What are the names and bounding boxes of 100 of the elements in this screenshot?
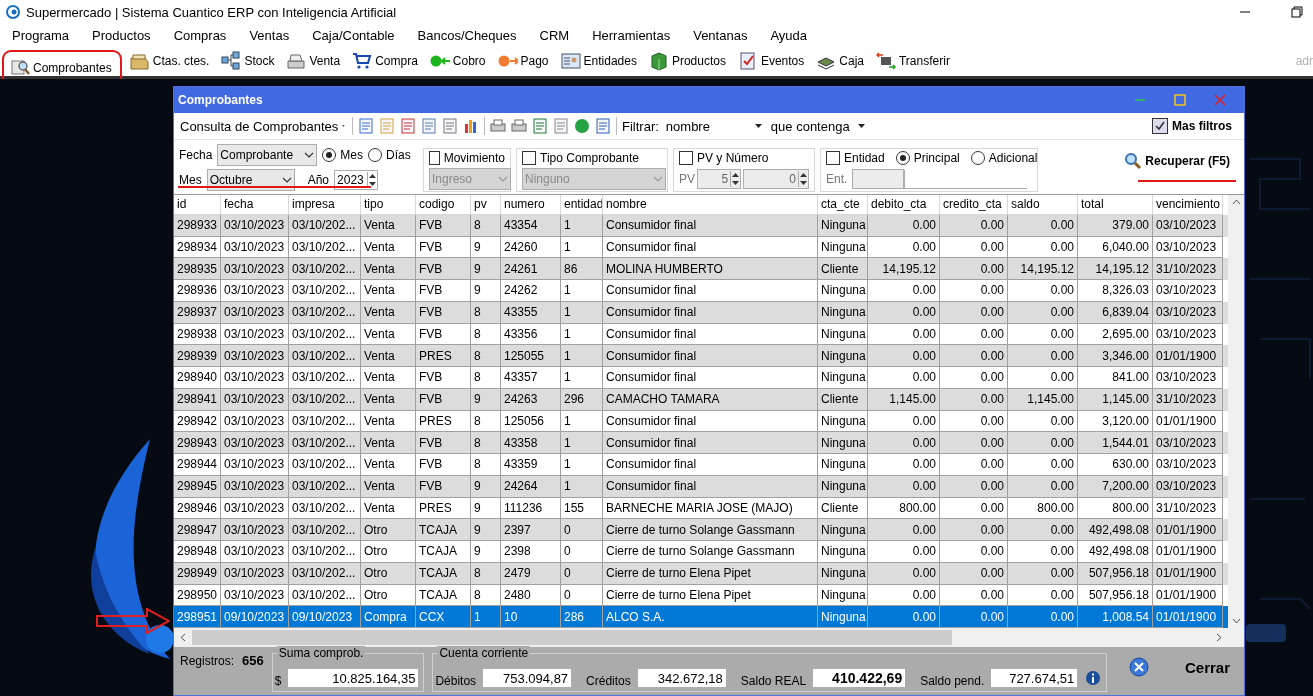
maximize-icon[interactable] bbox=[1174, 94, 1186, 106]
toolbar-button[interactable]: Stock bbox=[217, 48, 279, 74]
table-cell: Otro bbox=[361, 541, 416, 563]
table-cell: 03/10/2023 bbox=[221, 541, 289, 563]
menu-item[interactable]: Productos bbox=[92, 27, 162, 43]
dropdown-caret-icon[interactable] bbox=[857, 124, 865, 128]
table-row[interactable]: 298933 03/10/2023 03/10/202... Venta FVB 8 43354 1 Consumidor final Ninguna 0.00 0.00 0.00 379.00 03/10/2023 bbox=[174, 214, 1228, 237]
checkmark-icon bbox=[1154, 120, 1166, 132]
toolbar-button[interactable]: Eventos bbox=[733, 48, 809, 74]
menu-item[interactable]: Ventanas bbox=[693, 27, 759, 43]
table-cell: 31/10/2023 bbox=[1153, 388, 1223, 411]
filter-label: Filtrar: bbox=[622, 118, 659, 134]
column-header[interactable]: codigo bbox=[416, 195, 471, 215]
table-row[interactable]: 298947 03/10/2023 03/10/202... Otro TCAJA 9 2397 0 Cierre de turno Solange Gassmann Ninguna 0.00 0.00 0.00 492,498.08 01/01/1900 bbox=[174, 519, 1228, 541]
column-header[interactable]: vencimiento bbox=[1153, 195, 1223, 215]
pv-checkbox[interactable]: PV y Número bbox=[679, 151, 809, 165]
table-row[interactable]: 298951 09/10/2023 09/10/2023 Compra CCX 1 10 286 ALCO S.A. Ninguna 0.00 0.00 0.00 1,008.54 01/01/1900 bbox=[174, 606, 1228, 628]
dropdown-caret-icon[interactable] bbox=[754, 124, 762, 128]
radio-option[interactable]: Principal bbox=[895, 151, 960, 165]
table-row[interactable]: 298939 03/10/2023 03/10/202... Venta PRES 8 125055 1 Consumidor final Ninguna 0.00 0.00 0.00 3,346.00 01/01/1900 bbox=[174, 345, 1228, 367]
scroll-down-icon[interactable] bbox=[1231, 618, 1241, 624]
horizontal-scrollbar[interactable] bbox=[174, 628, 1244, 647]
column-header[interactable]: entidad bbox=[561, 195, 603, 215]
scroll-left-icon[interactable] bbox=[180, 633, 186, 642]
date-type-dropdown[interactable]: Comprobante bbox=[217, 143, 318, 166]
column-header[interactable]: nombre bbox=[603, 195, 818, 215]
column-header[interactable]: fecha bbox=[221, 195, 289, 215]
toolbar-button[interactable]: Venta bbox=[282, 48, 345, 74]
printer-icon[interactable] bbox=[490, 118, 506, 134]
menu-item[interactable]: Compras bbox=[173, 27, 238, 43]
toolbar-button[interactable]: Productos bbox=[644, 48, 730, 74]
menu-item[interactable]: CRM bbox=[539, 27, 581, 43]
printer-icon[interactable] bbox=[511, 118, 527, 134]
bar-chart-icon[interactable] bbox=[463, 118, 479, 134]
table-row[interactable]: 298935 03/10/2023 03/10/202... Venta FVB 9 24261 86 MOLINA HUMBERTO Cliente 14,195.12 0.00 14,195.12 14,195.12 31/10/2023 bbox=[174, 258, 1228, 280]
table-cell: 2398 bbox=[501, 541, 561, 563]
table-row[interactable]: 298945 03/10/2023 03/10/202... Venta FVB 9 24264 1 Consumidor final Ninguna 0.00 0.00 0.00 7,200.00 03/10/2023 bbox=[174, 475, 1228, 498]
column-header[interactable]: numero bbox=[501, 195, 561, 215]
entity-code-field[interactable] bbox=[852, 169, 905, 189]
spin-buttons[interactable] bbox=[798, 171, 808, 187]
radio-option[interactable]: Mes bbox=[322, 147, 364, 162]
spin-buttons[interactable] bbox=[730, 171, 741, 187]
menu-item[interactable]: Caja/Contable bbox=[312, 27, 406, 43]
toolbar-button[interactable]: Cobro bbox=[425, 48, 490, 74]
table-cell: 1 bbox=[561, 454, 603, 476]
more-filters-checkbox[interactable]: Mas filtros bbox=[1152, 118, 1232, 134]
menu-item[interactable]: Ventas bbox=[249, 27, 301, 43]
dropdown-caret-icon[interactable] bbox=[281, 176, 292, 183]
toolbar-button[interactable]: Comprobantes bbox=[6, 54, 116, 81]
column-header[interactable]: credito_cta bbox=[940, 195, 1008, 215]
table-cell: Venta bbox=[361, 454, 416, 476]
table-row[interactable]: 298943 03/10/2023 03/10/202... Venta FVB 8 43358 1 Consumidor final Ninguna 0.00 0.00 0.00 1,544.01 03/10/2023 bbox=[174, 432, 1228, 454]
radio-option[interactable]: Días bbox=[368, 147, 411, 162]
pv-to-field[interactable]: 0 bbox=[743, 169, 809, 189]
table-cell: Ninguna bbox=[818, 214, 868, 237]
column-header[interactable]: impresa bbox=[289, 195, 361, 215]
pv-from-field[interactable]: 5 bbox=[697, 169, 742, 189]
toolbar-button[interactable]: Entidades bbox=[556, 48, 641, 74]
radio-option[interactable]: Adicional bbox=[970, 151, 1038, 165]
vertical-scrollbar[interactable] bbox=[1228, 195, 1244, 628]
toolbar-button[interactable]: Transferir bbox=[872, 48, 954, 74]
column-header[interactable]: id bbox=[174, 195, 221, 215]
menu-item[interactable]: Programa bbox=[12, 27, 81, 43]
scroll-up-icon[interactable] bbox=[1231, 199, 1241, 205]
toolbar-button[interactable]: Caja bbox=[812, 48, 868, 74]
table-cell: 296 bbox=[561, 388, 603, 411]
filter-operator-dropdown[interactable]: que contenga bbox=[768, 116, 867, 136]
toolbar-button[interactable]: Pago bbox=[493, 48, 553, 74]
entidad-checkbox[interactable]: Entidad bbox=[826, 151, 885, 165]
table-row[interactable]: 298949 03/10/2023 03/10/202... Otro TCAJA 8 2479 0 Cierre de turno Elena Pipet Ninguna 0.00 0.00 0.00 507,956.18 01/01/1900 bbox=[174, 562, 1228, 585]
dropdown-caret-icon[interactable] bbox=[304, 151, 315, 158]
table-cell: 0.00 bbox=[868, 214, 940, 237]
menu-item[interactable]: Bancos/Cheques bbox=[417, 27, 528, 43]
movimiento-checkbox[interactable]: Movimiento bbox=[429, 150, 505, 165]
year-field[interactable]: 2023 bbox=[334, 169, 379, 190]
table-cell: 03/10/2023 bbox=[1153, 214, 1223, 237]
month-dropdown[interactable]: Octubre bbox=[206, 168, 295, 191]
query-dropdown[interactable]: Consulta de Comprobantes bbox=[178, 116, 347, 136]
recover-button[interactable]: Recuperar (F5) bbox=[1120, 150, 1234, 172]
column-header[interactable]: tipo bbox=[361, 195, 416, 215]
filter-field-dropdown[interactable]: nombre bbox=[663, 116, 764, 136]
menu-item[interactable]: Herramientas bbox=[592, 27, 682, 43]
table-row[interactable]: 298937 03/10/2023 03/10/202... Venta FVB 8 43355 1 Consumidor final Ninguna 0.00 0.00 0.00 6,839.04 03/10/2023 bbox=[174, 301, 1228, 324]
tipo-checkbox[interactable]: Tipo Comprobante bbox=[522, 150, 662, 165]
toolbar-button[interactable]: Compra bbox=[348, 48, 422, 74]
table-cell: 298941 bbox=[174, 388, 221, 411]
edit-document-icon[interactable] bbox=[358, 118, 374, 134]
column-header[interactable]: debito_cta bbox=[868, 195, 940, 215]
menu-item[interactable]: Ayuda bbox=[770, 27, 819, 43]
scroll-right-icon[interactable] bbox=[1216, 633, 1222, 642]
toolbar-button[interactable]: Ctas. ctes. bbox=[125, 48, 214, 74]
column-header[interactable]: cta_cte bbox=[818, 195, 868, 215]
close-button[interactable]: Cerrar bbox=[1120, 653, 1238, 681]
column-header[interactable]: saldo bbox=[1008, 195, 1078, 215]
column-header[interactable]: pv bbox=[471, 195, 501, 215]
records-label: Registros: bbox=[180, 653, 235, 668]
column-header[interactable]: total bbox=[1078, 195, 1153, 215]
restore-icon[interactable] bbox=[1291, 6, 1303, 18]
info-icon[interactable] bbox=[1084, 669, 1103, 687]
table-row[interactable]: 298941 03/10/2023 03/10/202... Venta FVB 9 24263 296 CAMACHO TAMARA Cliente 1,145.00 0.00 1,145.00 1,145.00 31/10/2023 bbox=[174, 388, 1228, 411]
